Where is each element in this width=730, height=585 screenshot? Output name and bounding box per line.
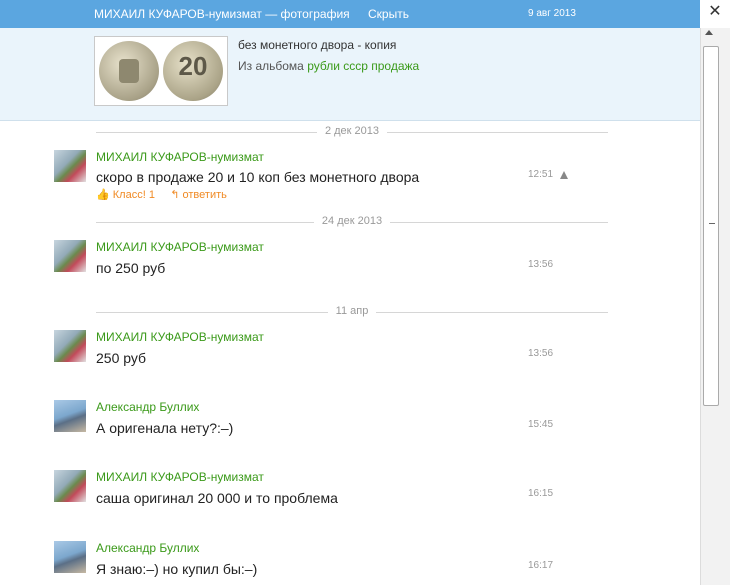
- comment-text: по 250 руб: [96, 260, 166, 276]
- date-separator: 2 дек 2013: [96, 125, 608, 139]
- reply-arrow-icon: ↰: [170, 189, 180, 201]
- avatar[interactable]: [54, 541, 86, 573]
- comment-text: скоро в продаже 20 и 10 коп без монетног…: [96, 169, 420, 185]
- album-link[interactable]: рубли ссср продажа: [307, 59, 419, 73]
- comment-author[interactable]: Александр Буллих: [96, 541, 199, 555]
- comment-time: 15:45: [528, 419, 554, 430]
- comment-text: 250 руб: [96, 350, 147, 366]
- comment-actions: 👍 Класс! 1 ↰ ответить: [96, 188, 227, 201]
- coin-numeral: 20: [178, 51, 208, 81]
- page-title[interactable]: МИХАИЛ КУФАРОВ-нумизмат — фотография: [94, 7, 350, 21]
- close-icon[interactable]: ✕: [700, 0, 730, 28]
- avatar[interactable]: [54, 240, 86, 272]
- comment-time: 13:56: [528, 348, 554, 359]
- comment-time: 12:51: [528, 169, 554, 180]
- reply-label: ответить: [182, 189, 227, 201]
- date-separator-label: 24 дек 2013: [313, 215, 391, 227]
- top-bar: МИХАИЛ КУФАРОВ-нумизмат — фотография Скр…: [0, 0, 700, 28]
- date-separator: 24 дек 2013: [96, 215, 608, 229]
- comment-author[interactable]: МИХАИЛ КУФАРОВ-нумизмат: [96, 240, 264, 254]
- coin-value-icon: 20: [163, 41, 223, 101]
- photo-date: 9 авг 2013: [528, 8, 576, 19]
- comment-author[interactable]: МИХАИЛ КУФАРОВ-нумизмат: [96, 150, 264, 164]
- comment-text: Я знаю:–) но купил бы:–): [96, 561, 258, 577]
- thumbs-up-icon: 👍: [96, 189, 110, 201]
- reply-button[interactable]: ↰ ответить: [170, 189, 227, 201]
- scrollbar[interactable]: [700, 28, 730, 585]
- comment-text: А оригенала нету?:–): [96, 420, 234, 436]
- like-button[interactable]: 👍 Класс! 1: [96, 189, 155, 201]
- comment-author[interactable]: МИХАИЛ КУФАРОВ-нумизмат: [96, 470, 264, 484]
- coin-emblem-icon: [99, 41, 159, 101]
- date-separator-label: 11 апр: [327, 305, 377, 317]
- hide-button[interactable]: Скрыть: [368, 7, 409, 21]
- avatar[interactable]: [54, 150, 86, 182]
- album-line: Из альбома рубли ссср продажа: [238, 59, 419, 73]
- avatar[interactable]: [54, 470, 86, 502]
- photo-info-panel: 20 без монетного двора - копия Из альбом…: [0, 28, 700, 121]
- warning-icon[interactable]: [560, 171, 568, 179]
- date-separator-label: 2 дек 2013: [316, 125, 388, 137]
- avatar[interactable]: [54, 330, 86, 362]
- scroll-up-arrow-icon[interactable]: [705, 30, 713, 35]
- date-separator: 11 апр: [96, 305, 608, 319]
- comment-time: 13:56: [528, 259, 554, 270]
- comment-author[interactable]: МИХАИЛ КУФАРОВ-нумизмат: [96, 330, 264, 344]
- comment-time: 16:15: [528, 488, 554, 499]
- photo-thumbnail[interactable]: 20: [94, 36, 228, 106]
- album-prefix: Из альбома: [238, 59, 304, 73]
- comment-text: саша оригинал 20 000 и то проблема: [96, 490, 338, 506]
- avatar[interactable]: [54, 400, 86, 432]
- comment-time: 16:17: [528, 560, 554, 571]
- like-label: Класс! 1: [112, 189, 155, 201]
- scrollbar-thumb[interactable]: [703, 46, 719, 406]
- photo-title: без монетного двора - копия: [238, 38, 397, 52]
- comment-author[interactable]: Александр Буллих: [96, 400, 199, 414]
